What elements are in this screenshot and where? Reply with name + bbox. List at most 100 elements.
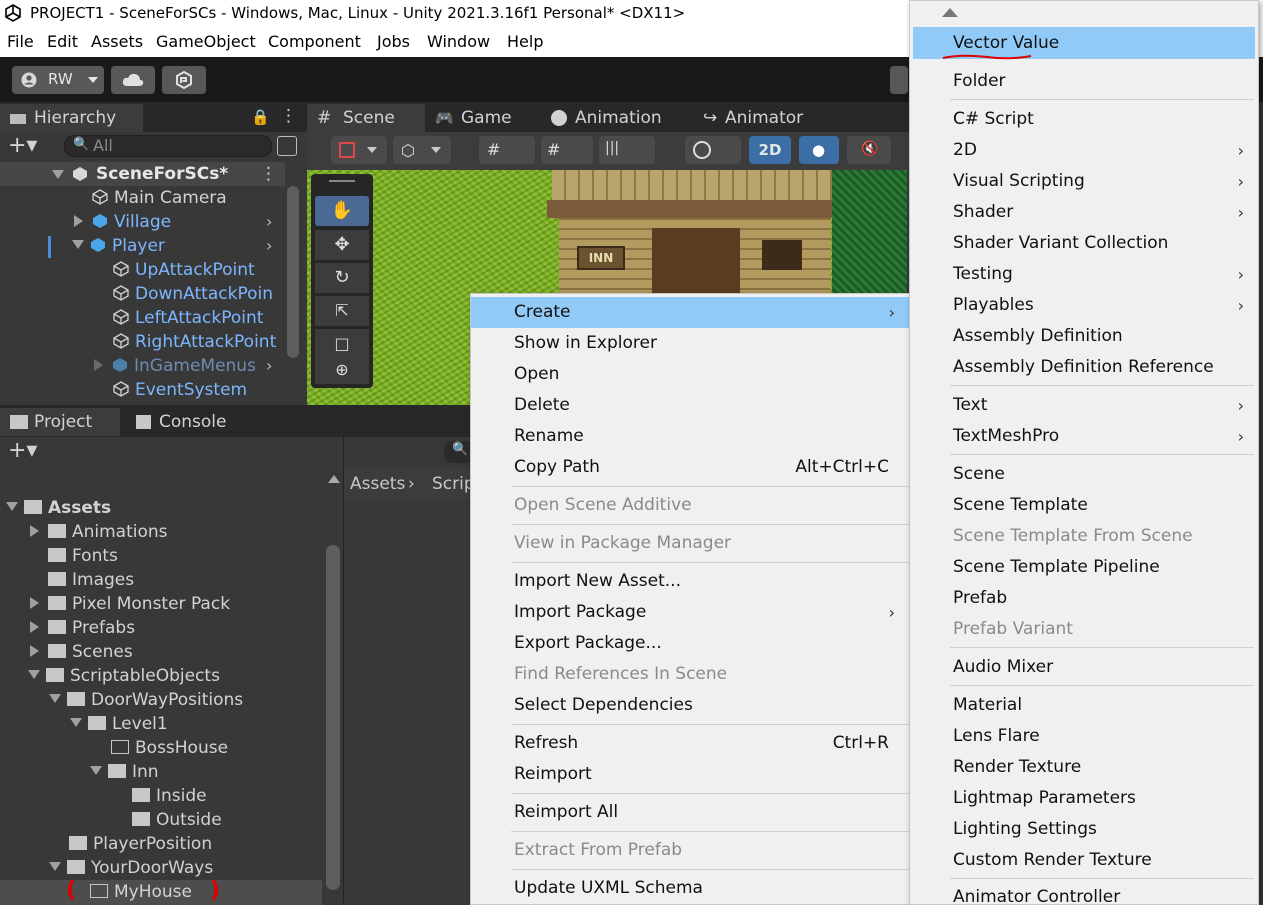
menu-jobs[interactable]: Jobs	[377, 32, 410, 51]
tab-animator[interactable]: ↪ Animator	[703, 104, 833, 132]
menu-item-lighting-settings[interactable]: Lighting Settings	[910, 814, 1258, 845]
collab-button[interactable]	[162, 66, 206, 94]
add-asset-icon[interactable]: +▾	[8, 439, 37, 463]
hierarchy-scrollbar[interactable]	[287, 186, 299, 358]
expand-arrow-icon[interactable]	[30, 621, 39, 633]
snap-dropdown[interactable]: #	[479, 136, 535, 164]
menu-item-delete[interactable]: Delete	[471, 390, 909, 421]
lock-icon[interactable]: 🔒	[251, 108, 270, 126]
hierarchy-item[interactable]: Main Camera	[92, 186, 227, 210]
add-icon[interactable]: +▾	[8, 134, 37, 158]
scale-tool-button[interactable]: ⇱	[315, 296, 369, 326]
tab-animation[interactable]: Animation	[549, 104, 699, 132]
project-scrollbar[interactable]	[326, 545, 340, 890]
menu-item-audio-mixer[interactable]: Audio Mixer	[910, 652, 1258, 683]
expand-arrow-icon[interactable]	[30, 597, 39, 609]
menu-item-open[interactable]: Open	[471, 359, 909, 390]
mode-2d-toggle[interactable]: 2D	[749, 136, 791, 164]
menu-item-animator-controller[interactable]: Animator Controller	[910, 882, 1258, 905]
tree-item[interactable]: Pixel Monster Pack	[30, 592, 230, 616]
tree-item[interactable]: Images	[48, 568, 134, 592]
hierarchy-item[interactable]: LeftAttackPoint	[113, 306, 263, 330]
increment-dropdown[interactable]: |||	[599, 136, 655, 164]
hierarchy-search-input[interactable]: 🔍 All	[64, 135, 272, 157]
menu-item-assembly-definition[interactable]: Assembly Definition	[910, 321, 1258, 352]
hierarchy-item[interactable]: EventSystem	[113, 378, 247, 402]
account-dropdown[interactable]: RW	[12, 66, 104, 94]
menu-item-custom-render-texture[interactable]: Custom Render Texture	[910, 845, 1258, 876]
hand-tool-button[interactable]: ✋	[315, 196, 369, 226]
menu-help[interactable]: Help	[507, 32, 543, 51]
search-options-icon[interactable]	[277, 136, 297, 156]
chevron-right-icon[interactable]: ›	[266, 212, 272, 231]
tab-game[interactable]: 🎮 Game	[433, 104, 543, 132]
menu-item-2d[interactable]: 2D ›	[910, 135, 1258, 166]
hierarchy-item[interactable]: Village	[74, 210, 171, 234]
tree-item[interactable]: Inside	[132, 784, 207, 808]
menu-item-reimport[interactable]: Reimport	[471, 759, 909, 790]
menu-item-assembly-definition-reference[interactable]: Assembly Definition Reference	[910, 352, 1258, 383]
menu-item-csharp-script[interactable]: C# Script	[910, 104, 1258, 135]
scene-more-icon[interactable]: ⋮	[260, 162, 277, 186]
menu-item-create[interactable]: Create ›	[471, 297, 909, 328]
scroll-up-icon[interactable]	[328, 475, 340, 483]
hierarchy-item[interactable]: UpAttackPoint	[113, 258, 255, 282]
expand-arrow-icon[interactable]	[74, 215, 83, 227]
hierarchy-item[interactable]: RightAttackPoint	[113, 330, 276, 354]
tree-item[interactable]: PlayerPosition	[69, 832, 212, 856]
menu-item-material[interactable]: Material	[910, 690, 1258, 721]
tree-item[interactable]: Assets	[6, 496, 111, 520]
tree-item[interactable]: BossHouse	[111, 736, 228, 760]
menu-item-folder[interactable]: Folder	[910, 66, 1258, 97]
cloud-button[interactable]	[111, 66, 155, 94]
menu-item-scene[interactable]: Scene	[910, 459, 1258, 490]
hierarchy-item[interactable]: InGameMenus	[94, 354, 256, 378]
menu-item-import-package[interactable]: Import Package ›	[471, 597, 909, 628]
pivot-dropdown[interactable]: ⬡	[393, 136, 451, 164]
menu-assets[interactable]: Assets	[91, 32, 143, 51]
menu-item-reimport-all[interactable]: Reimport All	[471, 797, 909, 828]
tab-project[interactable]: Project	[0, 408, 120, 436]
menu-file[interactable]: File	[7, 32, 34, 51]
tab-console[interactable]: Console	[128, 408, 268, 436]
tree-item[interactable]: DoorWayPositions	[49, 688, 243, 712]
chevron-right-icon[interactable]: ›	[266, 236, 272, 255]
menu-item-update-uxml-schema[interactable]: Update UXML Schema	[471, 873, 909, 904]
hierarchy-item[interactable]: DownAttackPoin	[113, 282, 273, 306]
menu-item-export-package[interactable]: Export Package...	[471, 628, 909, 659]
tab-scene[interactable]: # Scene	[307, 104, 425, 132]
menu-item-textmeshpro[interactable]: TextMeshPro ›	[910, 421, 1258, 452]
menu-item-copy-path[interactable]: Copy Path Alt+Ctrl+C	[471, 452, 909, 483]
menu-item-shader-variant-collection[interactable]: Shader Variant Collection	[910, 228, 1258, 259]
breadcrumb-item[interactable]: Scrip	[432, 469, 475, 499]
chevron-right-icon[interactable]: ›	[266, 356, 272, 375]
expand-arrow-icon[interactable]	[49, 862, 61, 871]
menu-item-testing[interactable]: Testing ›	[910, 259, 1258, 290]
gizmo-tool-dropdown[interactable]	[331, 136, 387, 164]
menu-item-visual-scripting[interactable]: Visual Scripting ›	[910, 166, 1258, 197]
audio-toggle[interactable]: 🔇	[847, 136, 891, 164]
menu-component[interactable]: Component	[268, 32, 361, 51]
expand-arrow-icon[interactable]	[6, 502, 18, 511]
menu-item-shader[interactable]: Shader ›	[910, 197, 1258, 228]
expand-arrow-icon[interactable]	[52, 170, 64, 179]
move-tool-button[interactable]: ✥	[315, 230, 369, 260]
lighting-toggle[interactable]: ●	[799, 136, 839, 164]
draw-mode-dropdown[interactable]	[685, 136, 741, 164]
expand-arrow-icon[interactable]	[30, 525, 39, 537]
grid-snap-dropdown[interactable]: #	[541, 136, 593, 164]
menu-item-lens-flare[interactable]: Lens Flare	[910, 721, 1258, 752]
menu-item-rename[interactable]: Rename	[471, 421, 909, 452]
menu-item-prefab[interactable]: Prefab	[910, 583, 1258, 614]
tree-item[interactable]: Prefabs	[30, 616, 135, 640]
expand-arrow-icon[interactable]	[90, 766, 102, 775]
scene-row[interactable]: SceneForSCs* ⋮	[0, 162, 285, 186]
more-options-icon[interactable]: ⋮	[280, 106, 297, 126]
menu-item-scene-template-pipeline[interactable]: Scene Template Pipeline	[910, 552, 1258, 583]
tree-item[interactable]: Level1	[70, 712, 168, 736]
tree-item-selected[interactable]: MyHouse ( )	[0, 878, 322, 905]
menu-item-select-dependencies[interactable]: Select Dependencies	[471, 690, 909, 721]
play-controls[interactable]	[890, 66, 908, 94]
tree-item[interactable]: Animations	[30, 520, 168, 544]
menu-edit[interactable]: Edit	[47, 32, 78, 51]
